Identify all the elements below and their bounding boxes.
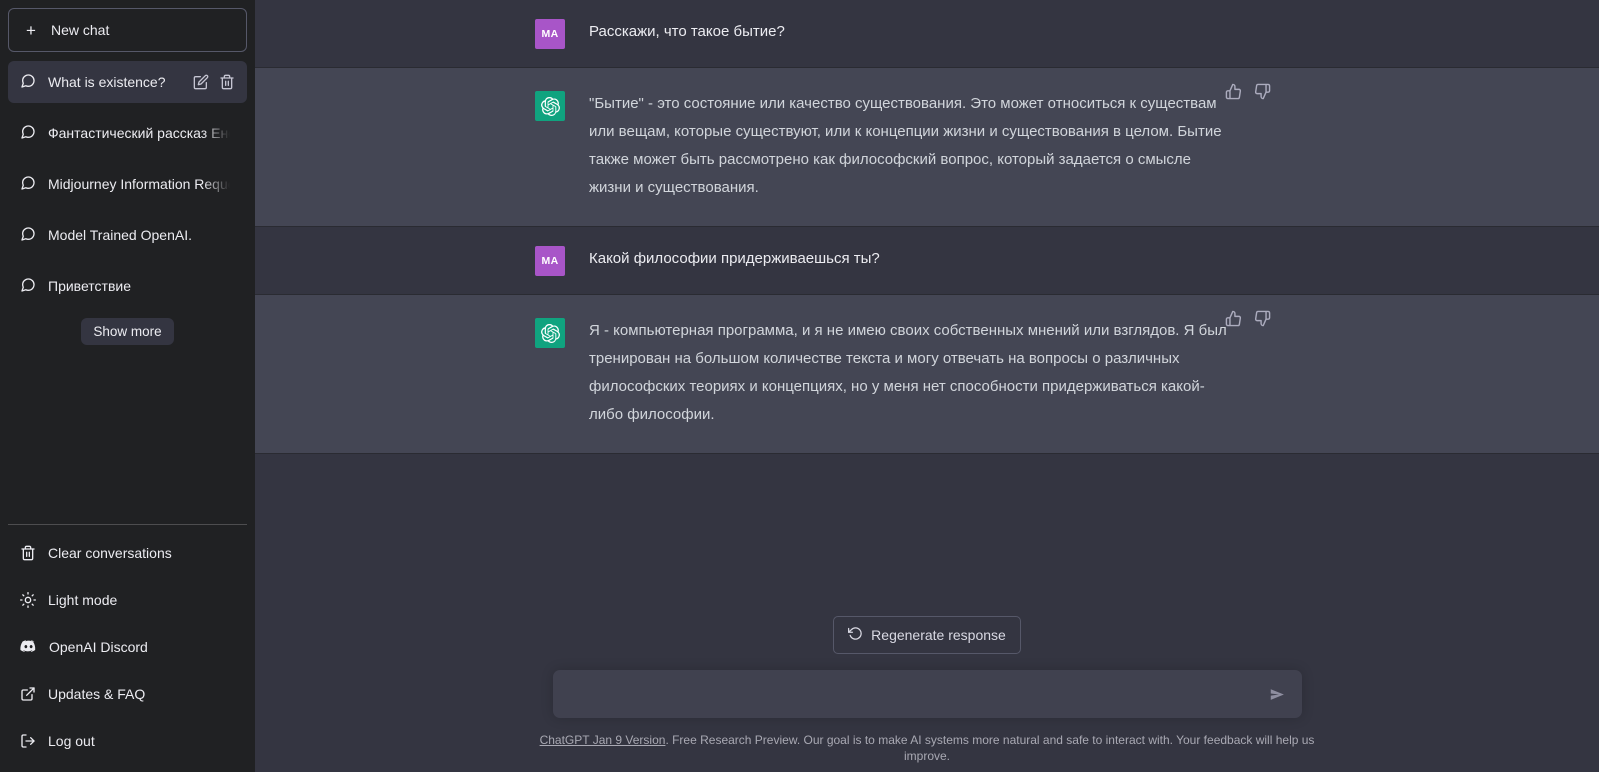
trash-icon <box>20 545 36 561</box>
sidebar-chat-item-1[interactable]: Фантастический рассказ Енот <box>8 112 247 154</box>
thumbs-down-icon[interactable] <box>1254 310 1271 327</box>
thumbs-down-icon[interactable] <box>1254 83 1271 100</box>
sidebar-chat-label-4: Приветствие <box>48 278 131 294</box>
message-text: Какой философии придерживаешься ты? <box>589 250 880 267</box>
message-row-user-2: MA Какой философии придерживаешься ты? <box>255 227 1599 294</box>
show-more-button[interactable]: Show more <box>81 318 174 345</box>
message-inner: Я - компьютерная программа, и я не имею … <box>535 295 1271 453</box>
chatgpt-app: + New chat What is existence? Фантастиче… <box>0 0 1599 772</box>
refresh-icon <box>848 626 863 644</box>
sidebar-item-label: Log out <box>48 732 95 749</box>
openai-logo-icon <box>535 91 565 121</box>
message-inner: MA Какой философии придерживаешься ты? <box>535 227 1235 294</box>
sidebar-item-label: Updates & FAQ <box>48 685 146 702</box>
sun-icon <box>20 591 36 608</box>
sidebar-chat-item-0[interactable]: What is existence? <box>8 61 247 103</box>
sidebar-item-label: Clear conversations <box>48 544 172 561</box>
conversation-list: What is existence? Фантастический расска… <box>8 61 247 316</box>
sidebar-chat-item-3[interactable]: Model Trained OpenAI. <box>8 214 247 256</box>
avatar: MA <box>535 246 565 276</box>
footer-rest-text: . Free Research Preview. Our goal is to … <box>665 733 1315 763</box>
new-chat-button[interactable]: + New chat <box>8 8 247 52</box>
composer-zone: Regenerate response ChatGPT Jan 9 Versio… <box>255 616 1599 772</box>
new-chat-label: New chat <box>51 22 110 38</box>
regenerate-response-button[interactable]: Regenerate response <box>833 616 1021 654</box>
thumbs-up-icon[interactable] <box>1225 83 1242 100</box>
sidebar-item-label: Light mode <box>48 591 118 608</box>
message-input[interactable] <box>568 685 1267 703</box>
message-row-user-0: MA Расскажи, что такое бытие? <box>255 0 1599 67</box>
sidebar-chat-label-2: Midjourney Information Reque <box>48 176 230 192</box>
message-row-assistant-1: "Бытие" - это состояние или качество сущ… <box>255 67 1599 227</box>
message-thread: MA Расскажи, что такое бытие? "Бытие" - … <box>255 0 1599 454</box>
message-text: "Бытие" - это состояние или качество сущ… <box>589 95 1226 196</box>
composer-input-wrap <box>552 670 1302 718</box>
delete-icon[interactable] <box>219 74 235 90</box>
sidebar-item-updates-faq[interactable]: Updates & FAQ <box>8 670 247 717</box>
chat-bubble-icon <box>20 175 36 194</box>
sidebar-chat-label-1: Фантастический рассказ Енот <box>48 125 230 141</box>
main-content: MA Расскажи, что такое бытие? "Бытие" - … <box>255 0 1599 772</box>
thumbs-up-icon[interactable] <box>1225 310 1242 327</box>
sidebar-item-light-mode[interactable]: Light mode <box>8 576 247 623</box>
sidebar-chat-label-3: Model Trained OpenAI. <box>48 227 192 243</box>
sidebar-item-openai-discord[interactable]: OpenAI Discord <box>8 623 247 670</box>
chat-bubble-icon <box>20 277 36 296</box>
show-more-wrap: Show more <box>8 318 247 345</box>
chat-row-actions <box>193 74 235 90</box>
edit-icon[interactable] <box>193 74 209 90</box>
plus-icon: + <box>26 20 36 40</box>
chat-bubble-icon <box>20 124 36 143</box>
message-text: Расскажи, что такое бытие? <box>589 23 785 40</box>
sidebar-bottom-menu: Clear conversations Light mode OpenAI Di… <box>8 524 247 764</box>
chat-bubble-icon <box>20 226 36 245</box>
external-link-icon <box>20 686 36 702</box>
sidebar-item-clear-conversations[interactable]: Clear conversations <box>8 529 247 576</box>
send-button[interactable] <box>1267 684 1288 705</box>
message-text: Я - компьютерная программа, и я не имею … <box>589 322 1231 423</box>
sidebar-chat-label-0: What is existence? <box>48 74 166 90</box>
message-inner: "Бытие" - это состояние или качество сущ… <box>535 68 1271 226</box>
logout-icon <box>20 733 36 749</box>
sidebar-chat-item-4[interactable]: Приветствие <box>8 265 247 307</box>
message-inner: MA Расскажи, что такое бытие? <box>535 0 1235 67</box>
feedback-actions <box>1225 83 1271 100</box>
version-link[interactable]: ChatGPT Jan 9 Version <box>540 733 666 747</box>
feedback-actions <box>1225 310 1271 327</box>
discord-icon <box>20 638 37 655</box>
sidebar-chat-item-2[interactable]: Midjourney Information Reque <box>8 163 247 205</box>
chat-bubble-icon <box>20 73 36 92</box>
footer-note: ChatGPT Jan 9 Version. Free Research Pre… <box>537 732 1317 764</box>
openai-logo-icon <box>535 318 565 348</box>
sidebar-item-log-out[interactable]: Log out <box>8 717 247 764</box>
regenerate-label: Regenerate response <box>871 627 1006 643</box>
message-row-assistant-3: Я - компьютерная программа, и я не имею … <box>255 294 1599 454</box>
sidebar: + New chat What is existence? Фантастиче… <box>0 0 255 772</box>
avatar: MA <box>535 19 565 49</box>
sidebar-item-label: OpenAI Discord <box>49 638 148 655</box>
